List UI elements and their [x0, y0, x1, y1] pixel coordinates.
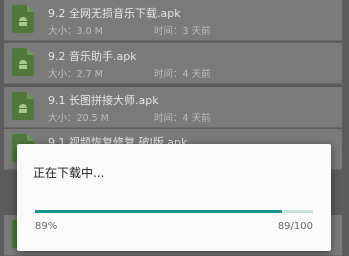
file-size: 大小：3.0 M — [48, 26, 103, 37]
file-name: 9.2 全网无损音乐下载.apk — [48, 7, 181, 20]
apk-android-icon — [12, 92, 34, 120]
file-size: 大小：20.5 M — [48, 113, 109, 124]
download-progress-bar — [35, 210, 313, 213]
file-time: 时间：4 天前 — [154, 69, 211, 80]
progress-percent: 89% — [35, 221, 58, 232]
file-name: 9.1 长图拼接大师.apk — [48, 94, 159, 107]
apk-android-icon — [12, 48, 34, 76]
file-name: 9.2 音乐助手.apk — [48, 50, 137, 63]
progress-count: 89/100 — [277, 221, 313, 232]
file-size: 大小：2.7 M — [48, 69, 103, 80]
dialog-message: 正在下载中... — [33, 166, 105, 180]
file-time: 时间：3 天前 — [154, 26, 211, 37]
download-progress-fill — [35, 210, 283, 213]
file-list-item[interactable]: 9.1 长图拼接大师.apk 大小：20.5 M 时间：4 天前 — [4, 87, 342, 128]
file-time: 时间：4 天前 — [154, 113, 211, 124]
file-list-item[interactable]: 9.2 音乐助手.apk 大小：2.7 M 时间：4 天前 — [4, 43, 342, 84]
file-list-item[interactable]: 9.2 全网无损音乐下载.apk 大小：3.0 M 时间：3 天前 — [4, 0, 342, 41]
apk-android-icon — [12, 5, 34, 33]
download-progress-dialog: 正在下载中... 89% 89/100 — [17, 144, 331, 251]
